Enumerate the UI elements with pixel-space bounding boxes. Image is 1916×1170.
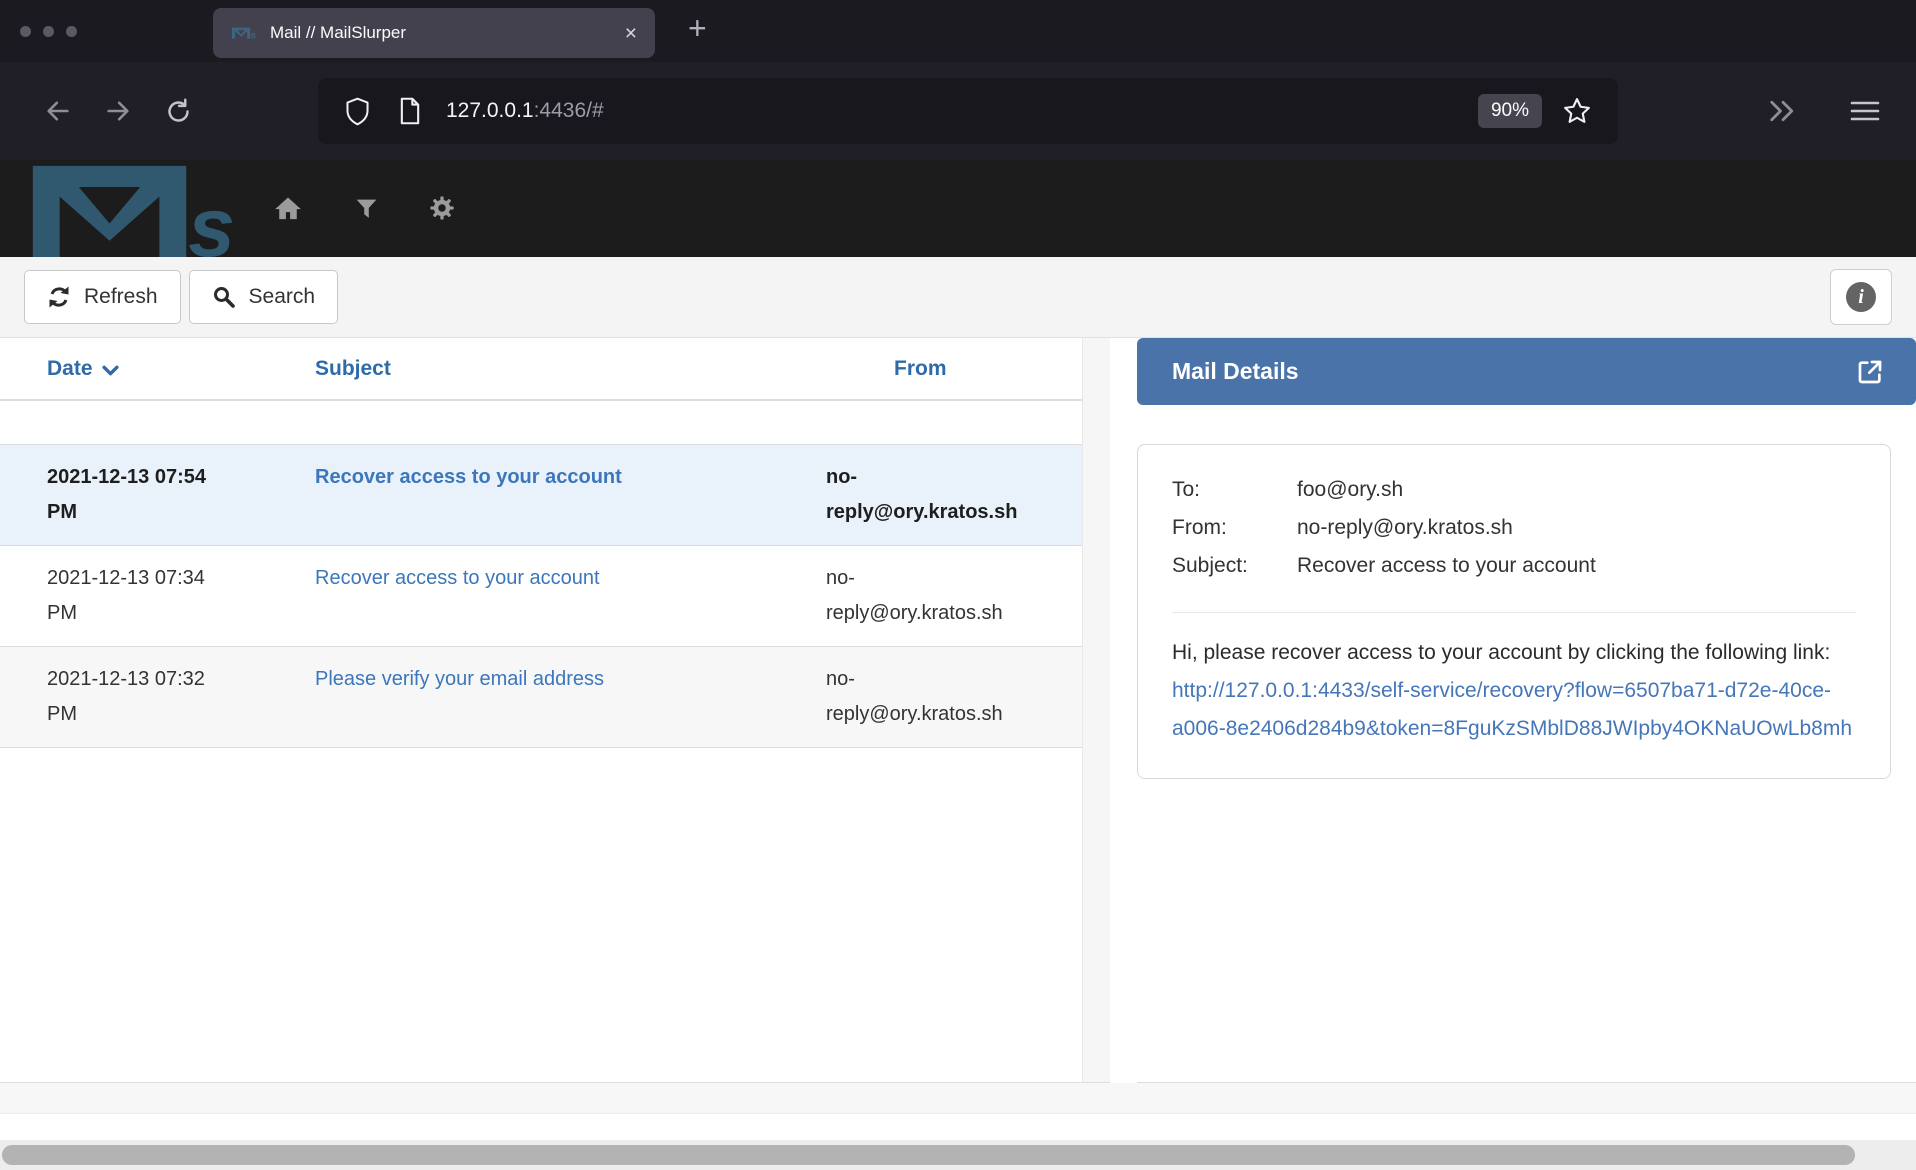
shield-icon[interactable] — [344, 97, 371, 126]
to-value: foo@ory.sh — [1297, 471, 1856, 509]
home-icon[interactable] — [274, 194, 302, 222]
mail-row[interactable]: 2021-12-13 07:32 PM Please verify your e… — [0, 647, 1082, 748]
window-dot[interactable] — [66, 26, 77, 37]
svg-text:s: s — [251, 30, 257, 39]
overflow-chevrons-icon[interactable] — [1768, 98, 1798, 124]
page-info-icon[interactable] — [398, 97, 422, 125]
from-label: From: — [1172, 509, 1297, 547]
reload-icon[interactable] — [148, 98, 208, 125]
mailslurper-navbar: s — [0, 160, 1916, 257]
menu-hamburger-icon[interactable] — [1850, 98, 1880, 124]
app-toolbar: Refresh Search i — [0, 257, 1916, 338]
to-label: To: — [1172, 471, 1297, 509]
subject-value: Recover access to your account — [1297, 547, 1856, 585]
mail-list-pane: Date Subject From 2021-12-13 07:54 PM Re… — [0, 338, 1082, 1083]
mail-date: 2021-12-13 07:54 PM — [47, 460, 315, 530]
search-icon — [212, 285, 236, 309]
browser-nav-toolbar: 127.0.0.1:4436/# 90% — [0, 62, 1916, 160]
window-dot[interactable] — [43, 26, 54, 37]
mail-date: 2021-12-13 07:32 PM — [47, 662, 315, 732]
recovery-link[interactable]: http://127.0.0.1:4433/self-service/recov… — [1172, 679, 1852, 740]
mail-body: Hi, please recover access to your accoun… — [1172, 634, 1856, 748]
from-value: no-reply@ory.kratos.sh — [1297, 509, 1856, 547]
column-header-date[interactable]: Date — [47, 357, 315, 381]
gear-icon[interactable] — [428, 194, 456, 222]
search-button[interactable]: Search — [189, 270, 339, 324]
body-strip — [0, 1113, 1916, 1140]
mail-date: 2021-12-13 07:34 PM — [47, 561, 315, 631]
tab-close-icon[interactable]: × — [625, 23, 637, 44]
refresh-button-label: Refresh — [84, 285, 158, 309]
mail-from: no-reply@ory.kratos.sh — [826, 460, 1082, 530]
pane-divider — [1110, 338, 1137, 1083]
refresh-icon — [47, 285, 71, 309]
url-host: 127.0.0.1 — [446, 99, 534, 122]
mail-subject-link[interactable]: Recover access to your account — [315, 466, 622, 488]
svg-text:s: s — [188, 180, 235, 257]
forward-icon[interactable] — [88, 97, 148, 125]
subject-label: Subject: — [1172, 547, 1297, 585]
main-content: Date Subject From 2021-12-13 07:54 PM Re… — [0, 338, 1916, 1083]
url-text[interactable]: 127.0.0.1:4436/# — [446, 99, 1478, 123]
refresh-button[interactable]: Refresh — [24, 270, 181, 324]
url-bar[interactable]: 127.0.0.1:4436/# 90% — [318, 78, 1618, 144]
screen: s Mail // MailSlurper × + — [0, 0, 1916, 1170]
open-external-icon[interactable] — [1854, 356, 1886, 388]
mail-details-header: Mail Details — [1137, 338, 1916, 405]
info-icon: i — [1846, 282, 1876, 312]
mail-row[interactable]: 2021-12-13 07:54 PM Recover access to yo… — [0, 445, 1082, 546]
url-path: :4436/# — [534, 99, 604, 122]
sort-caret-down-icon — [102, 365, 119, 376]
mail-details-title: Mail Details — [1172, 358, 1854, 385]
mail-list-header: Date Subject From — [0, 338, 1082, 401]
zoom-level-badge[interactable]: 90% — [1478, 94, 1542, 128]
bookmark-star-icon[interactable] — [1562, 96, 1592, 126]
window-dot[interactable] — [20, 26, 31, 37]
horizontal-scrollbar[interactable] — [0, 1140, 1916, 1170]
new-tab-button[interactable]: + — [688, 12, 707, 44]
mailslurper-logo: s — [25, 164, 242, 257]
mail-list-body: 2021-12-13 07:54 PM Recover access to yo… — [0, 444, 1082, 748]
tab-title: Mail // MailSlurper — [270, 23, 625, 43]
mail-from: no-reply@ory.kratos.sh — [826, 561, 1082, 631]
mail-subject-link[interactable]: Please verify your email address — [315, 668, 604, 690]
info-button[interactable]: i — [1830, 269, 1892, 325]
browser-tab-strip: s Mail // MailSlurper × + — [0, 0, 1916, 62]
page-background-strip — [0, 1083, 1916, 1113]
mail-row[interactable]: 2021-12-13 07:34 PM Recover access to yo… — [0, 546, 1082, 647]
mail-subject-link[interactable]: Recover access to your account — [315, 567, 600, 589]
search-button-label: Search — [249, 285, 316, 309]
column-header-subject[interactable]: Subject — [315, 357, 826, 381]
mail-details-card: To: foo@ory.sh From: no-reply@ory.kratos… — [1137, 444, 1891, 779]
browser-tab[interactable]: s Mail // MailSlurper × — [213, 8, 655, 58]
mail-details-pane: Mail Details To: foo@ory.sh From: no-re — [1137, 338, 1916, 1083]
mail-from: no-reply@ory.kratos.sh — [826, 662, 1082, 732]
filter-icon[interactable] — [354, 196, 379, 221]
back-icon[interactable] — [28, 97, 88, 125]
tab-favicon: s — [231, 27, 257, 39]
horizontal-scrollbar-thumb[interactable] — [2, 1145, 1855, 1165]
column-header-from[interactable]: From — [826, 357, 1082, 381]
mail-body-text: Hi, please recover access to your accoun… — [1172, 641, 1830, 664]
card-divider — [1172, 612, 1856, 613]
window-controls[interactable] — [20, 26, 77, 37]
list-scrollbar-gutter[interactable] — [1082, 338, 1110, 1083]
